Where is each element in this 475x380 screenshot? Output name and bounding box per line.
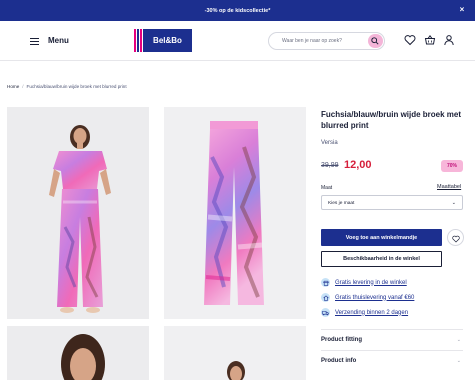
chevron-down-icon: ⌄ <box>451 200 456 206</box>
close-icon[interactable]: × <box>458 6 466 14</box>
trousers-photo <box>164 107 306 319</box>
size-chart-link[interactable]: Maattabel <box>437 184 461 190</box>
delivery-truck-icon <box>321 308 330 317</box>
promo-text[interactable]: -30% op de kidscollectie* <box>205 8 271 14</box>
heart-icon[interactable] <box>404 34 416 46</box>
accordion-product-fitting[interactable]: Product fitting ⌄ <box>321 329 463 351</box>
bel-and-bo-logo[interactable]: Bel&Bo <box>134 29 192 52</box>
accordion-label: Product info <box>321 358 357 364</box>
usp-item[interactable]: Gratis levering in de winkel <box>321 278 407 287</box>
accordion-label: Product fitting <box>321 337 362 343</box>
chevron-down-icon: ⌄ <box>456 337 461 343</box>
discount-badge: 70% <box>441 160 463 172</box>
accordion-product-info[interactable]: Product info ⌄ <box>321 350 463 372</box>
usp-text[interactable]: Verzending binnen 2 dagen <box>335 310 408 316</box>
store-availability-label: Beschikbaarheid in de winkel <box>343 256 420 262</box>
site-header: Menu Bel&Bo Waar ben je naar op zoek? <box>0 21 475 61</box>
breadcrumb: Home / Fuchsia/blauw/bruin wijde broek m… <box>7 84 127 89</box>
usp-item[interactable]: Verzending binnen 2 dagen <box>321 308 408 317</box>
usp-text[interactable]: Gratis levering in de winkel <box>335 280 407 286</box>
logo-wordmark: Bel&Bo <box>143 29 192 52</box>
sale-price: 12,00 <box>344 159 372 171</box>
model-closeup-photo <box>7 326 149 380</box>
model-photo <box>7 107 149 319</box>
home-delivery-icon <box>321 293 330 302</box>
logo-stripes <box>134 29 142 52</box>
search-icon <box>371 36 379 45</box>
breadcrumb-current: Fuchsia/blauw/bruin wijde broek met blur… <box>26 84 127 89</box>
product-image-model-front[interactable] <box>7 107 149 319</box>
store-icon <box>321 278 330 287</box>
usp-text[interactable]: Gratis thuislevering vanaf €60 <box>335 295 414 301</box>
store-availability-button[interactable]: Beschikbaarheid in de winkel <box>321 251 442 267</box>
basket-icon[interactable] <box>424 34 436 46</box>
size-select[interactable]: Kies je maat ⌄ <box>321 195 463 210</box>
usp-item[interactable]: Gratis thuislevering vanaf €60 <box>321 293 414 302</box>
size-select-value: Kies je maat <box>328 200 355 206</box>
search-input[interactable]: Waar ben je naar op zoek? <box>282 38 342 44</box>
search-bar[interactable]: Waar ben je naar op zoek? <box>268 32 385 50</box>
hamburger-menu-icon[interactable] <box>30 38 39 46</box>
size-label: Maat <box>321 185 333 191</box>
breadcrumb-separator: / <box>22 84 24 89</box>
heart-icon <box>452 235 460 242</box>
product-title: Fuchsia/blauw/bruin wijde broek met blur… <box>321 110 462 130</box>
old-price: 39,99 <box>321 162 339 169</box>
add-to-cart-button[interactable]: Voeg toe aan winkelmandje <box>321 229 442 246</box>
breadcrumb-home[interactable]: Home <box>7 84 19 89</box>
product-image-model-closeup[interactable] <box>7 326 149 380</box>
chevron-down-icon: ⌄ <box>456 358 461 364</box>
wishlist-button[interactable] <box>447 229 464 246</box>
user-icon[interactable] <box>443 34 455 46</box>
model-back-photo <box>164 326 306 380</box>
search-button[interactable] <box>368 34 383 48</box>
add-to-cart-label: Voeg toe aan winkelmandje <box>345 234 418 241</box>
product-image-model-back[interactable] <box>164 326 306 380</box>
promo-banner[interactable]: -30% op de kidscollectie* × <box>0 0 475 21</box>
product-brand[interactable]: Versia <box>321 140 338 146</box>
menu-button-label[interactable]: Menu <box>48 36 69 45</box>
product-image-trousers[interactable] <box>164 107 306 319</box>
